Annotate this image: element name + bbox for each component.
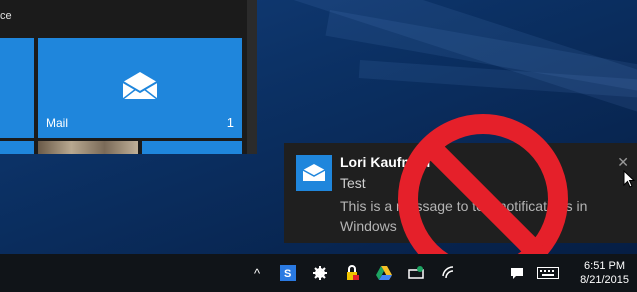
wifi-icon[interactable] [440,254,458,292]
prohibited-sign-icon [398,114,568,254]
usb-device-icon[interactable] [406,254,426,292]
clock-time: 6:51 PM [584,260,626,272]
keyboard-icon[interactable] [536,254,560,292]
svg-text:S: S [284,268,291,280]
tile-partial-bottom-right[interactable] [142,141,242,154]
action-center-icon[interactable] [508,254,526,292]
skype-icon[interactable]: S [278,254,298,292]
settings-gear-icon[interactable] [310,254,330,292]
start-menu-label: ce [0,10,12,22]
mail-icon [122,72,158,100]
clock-date: 8/21/2015 [580,274,629,286]
tile-partial-bottom-left[interactable] [0,141,34,154]
mail-tile-badge-count: 1 [226,115,234,130]
photo-tile[interactable] [38,141,138,154]
start-menu: ce Mail 1 [0,0,257,154]
toast-mail-icon [296,155,332,191]
taskbar-clock[interactable]: 6:51 PM 8/21/2015 [580,259,629,287]
mail-tile-label: Mail [46,116,69,130]
toast-subject: Test [340,175,366,191]
google-drive-icon[interactable] [374,254,394,292]
show-hidden-icons-button[interactable]: ^ [248,254,266,292]
mail-icon [302,164,326,181]
tile-partial-left[interactable] [0,38,34,138]
mail-tile[interactable]: Mail 1 [38,38,242,138]
start-menu-scrollbar[interactable] [247,0,257,154]
desktop-background: ce Mail 1 Lori Kaufman Test This is a me… [0,0,637,254]
mouse-cursor-icon [623,170,635,188]
security-lock-icon[interactable] [342,254,362,292]
taskbar: ^ S 6:51 PM 8/21/2015 [0,254,637,292]
toast-close-button[interactable]: ✕ [617,155,629,169]
